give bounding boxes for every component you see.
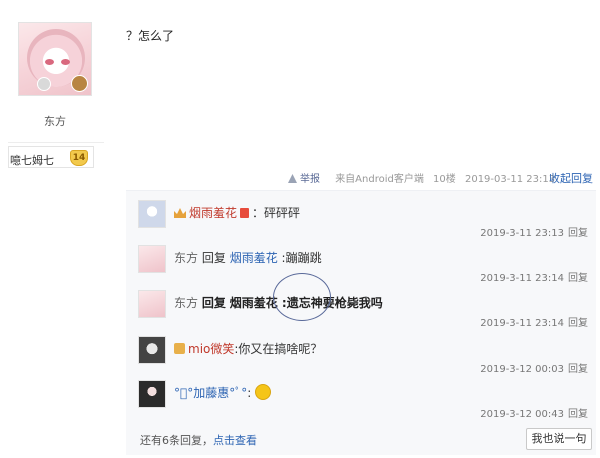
comment-item: 东方 回复 烟雨羞花 :蹦蹦跳 2019-3-11 23:14 回复 [138, 243, 596, 289]
comment-item: °ﾟ°加藤惠°ﾟ°: 2019-3-12 00:43 回复 [138, 378, 596, 424]
say-something-button[interactable]: 我也说一句 [526, 428, 592, 450]
comment-avatar[interactable] [138, 290, 166, 318]
comment-item: 东方 回复 烟雨羞花 :遗忘神要枪毙我吗 2019-3-11 23:14 回复 [138, 288, 596, 334]
reply-link[interactable]: 回复 [568, 409, 588, 420]
comment-meta: 2019-3-12 00:43 回复 [480, 409, 588, 420]
username-label[interactable]: 东方 [0, 113, 110, 129]
comment-avatar[interactable] [138, 245, 166, 273]
comment-item: 烟雨羞花 ：砰砰砰 2019-3-11 23:13 回复 [138, 198, 596, 244]
member-icon [174, 343, 185, 354]
comment-body: mio微笑:你又在搞啥呢？ [174, 340, 322, 357]
comment-body: 东方 回复 烟雨羞花 :蹦蹦跳 [174, 251, 322, 265]
comment-text: 蹦蹦跳 [285, 251, 322, 265]
commenter-name[interactable]: 东方 [174, 251, 198, 265]
comment-avatar[interactable] [138, 336, 166, 364]
reply-link[interactable]: 回复 [568, 228, 588, 239]
comment-avatar[interactable] [138, 200, 166, 228]
report-icon [288, 174, 297, 183]
decoration-badge-icon [37, 77, 51, 91]
reply-link[interactable]: 回复 [568, 364, 588, 375]
medal-badge-icon [71, 75, 88, 92]
crown-icon [174, 208, 186, 218]
post-floor: 10楼 [433, 174, 456, 185]
post-meta: 举报 来自Android客户端 10楼 2019-03-11 23:13 [288, 170, 561, 185]
commenter-name[interactable]: 烟雨羞花 [189, 206, 237, 220]
hand-drawn-circle [273, 273, 331, 321]
view-more-link[interactable]: 点击查看 [213, 434, 257, 447]
commenter-name[interactable]: °ﾟ°加藤惠°ﾟ° [174, 386, 247, 400]
comment-text: 你又在搞啥呢？ [238, 342, 323, 356]
smile-emoji-icon [255, 384, 272, 400]
comment-meta: 2019-3-11 23:14 回复 [480, 318, 588, 329]
vip-icon [240, 208, 250, 218]
comment-body: °ﾟ°加藤惠°ﾟ°: [174, 384, 272, 401]
divider [8, 142, 104, 143]
comment-text: 砰砰砰 [264, 206, 301, 220]
user-avatar[interactable] [18, 22, 92, 96]
post-source: 来自Android客户端 [335, 174, 424, 185]
reply-link[interactable]: 回复 [568, 273, 588, 284]
collapse-replies-link[interactable]: 收起回复 [549, 170, 593, 186]
reply-link[interactable]: 回复 [568, 318, 588, 329]
more-replies: 还有6条回复，点击查看 [140, 434, 257, 447]
level-number: 14 [70, 150, 88, 166]
comment-meta: 2019-3-12 00:03 回复 [480, 364, 588, 375]
comment-meta: 2019-3-11 23:14 回复 [480, 273, 588, 284]
avatar-eye [61, 59, 70, 65]
level-name: 噫七姆七 [10, 154, 54, 167]
reply-target[interactable]: 烟雨羞花 [230, 251, 278, 265]
user-sidebar [0, 0, 110, 458]
comment-meta: 2019-3-11 23:13 回复 [480, 228, 588, 239]
reply-target[interactable]: 烟雨羞花 [230, 296, 278, 310]
post-time: 2019-03-11 23:13 [464, 174, 556, 185]
post-content: ？怎么了 [126, 29, 175, 43]
avatar-eye [45, 59, 54, 65]
commenter-name[interactable]: mio微笑 [188, 342, 234, 356]
report-link[interactable]: 举报 [288, 174, 326, 185]
comment-avatar[interactable] [138, 380, 166, 408]
comment-body: 烟雨羞花 ：砰砰砰 [174, 204, 300, 221]
commenter-name[interactable]: 东方 [174, 296, 198, 310]
comment-item: mio微笑:你又在搞啥呢？ 2019-3-12 00:03 回复 [138, 334, 596, 380]
